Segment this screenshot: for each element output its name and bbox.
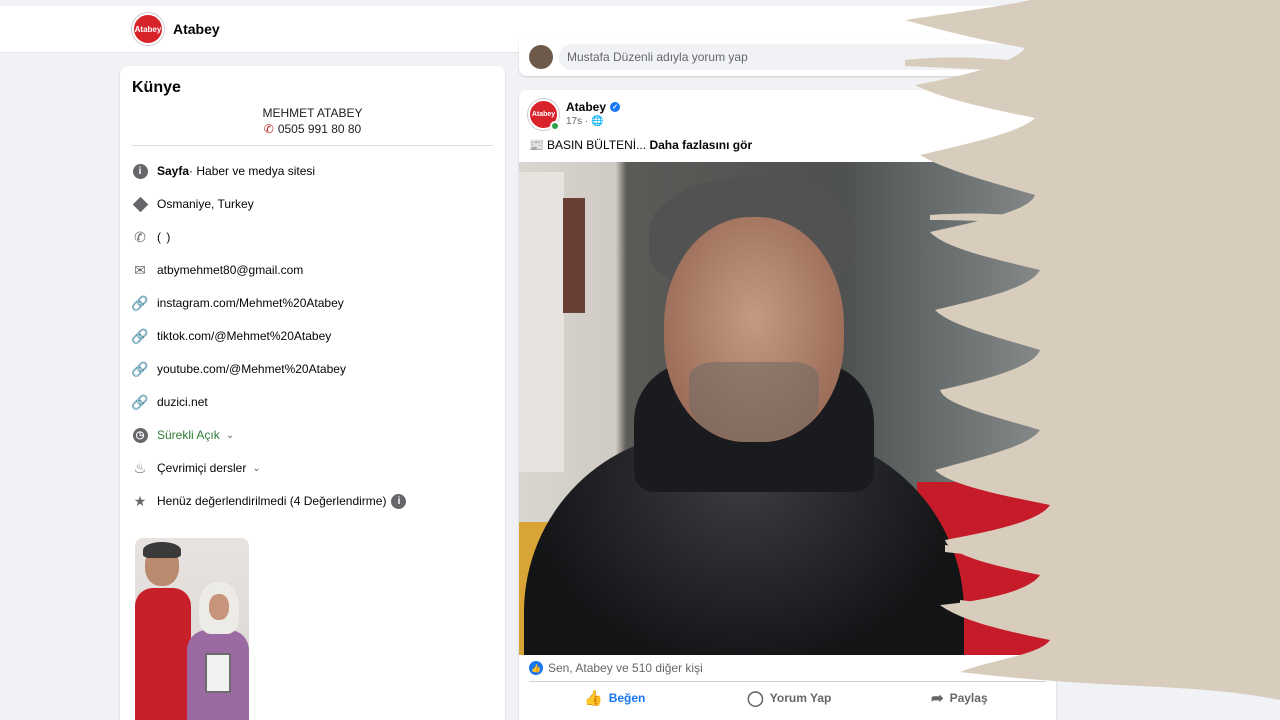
see-more-link[interactable]: Daha fazlasını gör <box>649 138 752 152</box>
owner-phone-number: 0505 991 80 80 <box>277 122 362 136</box>
phone-text[interactable]: ( ) <box>157 230 171 244</box>
location-text[interactable]: Osmaniye, Turkey <box>157 197 254 211</box>
info-rating: ★ Henüz değerlendirilmedi (4 Değerlendir… <box>132 491 407 511</box>
info-location: Osmaniye, Turkey <box>132 194 254 214</box>
like-icon: 👍 <box>529 661 543 675</box>
globe-icon: 🌐 <box>591 116 604 127</box>
post-text-body: BASIN BÜLTENİ... <box>546 138 647 152</box>
info-icon[interactable]: i <box>391 493 407 509</box>
info-phone: ✆ ( ) <box>132 227 171 247</box>
like-label: Beğen <box>608 691 646 705</box>
comment-label: Yorum Yap <box>769 691 832 705</box>
info-youtube: 🔗 youtube.com/@Mehmet%20Atabey <box>131 359 346 379</box>
avatar[interactable] <box>529 45 553 69</box>
page-logo[interactable]: Atabey <box>132 13 164 45</box>
post-text: 📰 BASIN BÜLTENİ... Daha fazlasını gör <box>529 138 752 152</box>
chevron-down-icon[interactable]: ⌄ <box>226 430 234 441</box>
phone-icon: ✆ <box>134 228 146 245</box>
phone-icon: ✆ <box>263 122 274 136</box>
info-email: ✉ atbymehmet80@gmail.com <box>132 260 303 280</box>
info-instagram: 🔗 instagram.com/Mehmet%20Atabey <box>131 293 344 313</box>
youtube-link[interactable]: youtube.com/@Mehmet%20Atabey <box>157 362 346 376</box>
reactions-text[interactable]: Sen, Atabey ve 510 diğer kişi <box>548 661 703 675</box>
service-icon: ♨ <box>133 459 147 476</box>
info-category: i Sayfa · Haber ve medya sitesi <box>132 161 315 181</box>
comment-card: Mustafa Düzenli adıyla yorum yap <box>519 40 1056 76</box>
info-hours[interactable]: ◷ Sürekli Açık ⌄ <box>132 425 234 445</box>
divider <box>132 145 493 146</box>
post-author-name[interactable]: Atabey <box>566 100 606 114</box>
owner-name: MEHMET ATABEY <box>262 106 363 120</box>
tiktok-link[interactable]: tiktok.com/@Mehmet%20Atabey <box>157 329 331 343</box>
chevron-down-icon[interactable]: ⌄ <box>252 463 260 474</box>
reactions-summary[interactable]: 👍 Sen, Atabey ve 510 diğer kişi <box>529 661 703 675</box>
divider <box>529 681 1046 682</box>
comment-input[interactable]: Mustafa Düzenli adıyla yorum yap <box>559 44 1039 70</box>
info-website: 🔗 duzici.net <box>131 392 208 412</box>
star-icon: ★ <box>133 492 147 509</box>
info-service[interactable]: ♨ Çevrimiçi dersler ⌄ <box>132 458 261 478</box>
share-label: Paylaş <box>949 691 988 705</box>
newspaper-icon: 📰 <box>529 138 544 152</box>
photo-thumbnail[interactable] <box>135 538 249 720</box>
instagram-link[interactable]: instagram.com/Mehmet%20Atabey <box>157 296 344 310</box>
comment-placeholder: Mustafa Düzenli adıyla yorum yap <box>567 50 748 64</box>
website-link[interactable]: duzici.net <box>157 395 208 409</box>
post-author[interactable]: Atabey ✓ <box>566 100 621 114</box>
post-time[interactable]: 17s · <box>566 116 588 127</box>
like-icon: 👍 <box>584 690 603 707</box>
share-icon: ➦ <box>931 690 944 707</box>
kunye-title: Künye <box>132 79 181 96</box>
category-rest: · Haber ve medya sitesi <box>189 164 316 178</box>
verified-icon: ✓ <box>610 102 621 112</box>
comment-icon: ◯ <box>747 690 764 707</box>
link-icon: 🔗 <box>131 360 149 377</box>
clock-icon: ◷ <box>132 427 148 443</box>
like-button[interactable]: 👍 Beğen <box>584 689 645 707</box>
mail-icon: ✉ <box>134 261 146 278</box>
owner-phone: ✆ 0505 991 80 80 <box>120 122 505 136</box>
category-strong[interactable]: Sayfa <box>157 164 189 178</box>
service-text[interactable]: Çevrimiçi dersler <box>157 461 246 475</box>
post-image[interactable] <box>519 162 1056 655</box>
hours-text[interactable]: Sürekli Açık <box>157 428 220 442</box>
link-icon: 🔗 <box>131 393 149 410</box>
info-icon: i <box>132 163 148 179</box>
comment-button[interactable]: ◯ Yorum Yap <box>747 689 831 707</box>
rating-text: Henüz değerlendirilmedi (4 Değerlendirme… <box>157 494 387 508</box>
post-meta[interactable]: 17s · 🌐 <box>566 116 603 127</box>
post-card: Atabey Atabey ✓ 17s · 🌐 📰 BASIN BÜLTENİ...… <box>519 90 1056 720</box>
location-icon <box>132 196 148 212</box>
link-icon: 🔗 <box>131 327 149 344</box>
comments-count[interactable]: 155 yorum <box>989 661 1046 675</box>
link-icon: 🔗 <box>131 294 149 311</box>
share-button[interactable]: ➦ Paylaş <box>931 689 988 707</box>
kunye-card: Künye MEHMET ATABEY ✆ 0505 991 80 80 i Sa… <box>120 66 505 720</box>
online-indicator <box>550 121 560 131</box>
page-name[interactable]: Atabey <box>173 21 220 37</box>
email-link[interactable]: atbymehmet80@gmail.com <box>157 263 303 277</box>
info-tiktok: 🔗 tiktok.com/@Mehmet%20Atabey <box>131 326 331 346</box>
